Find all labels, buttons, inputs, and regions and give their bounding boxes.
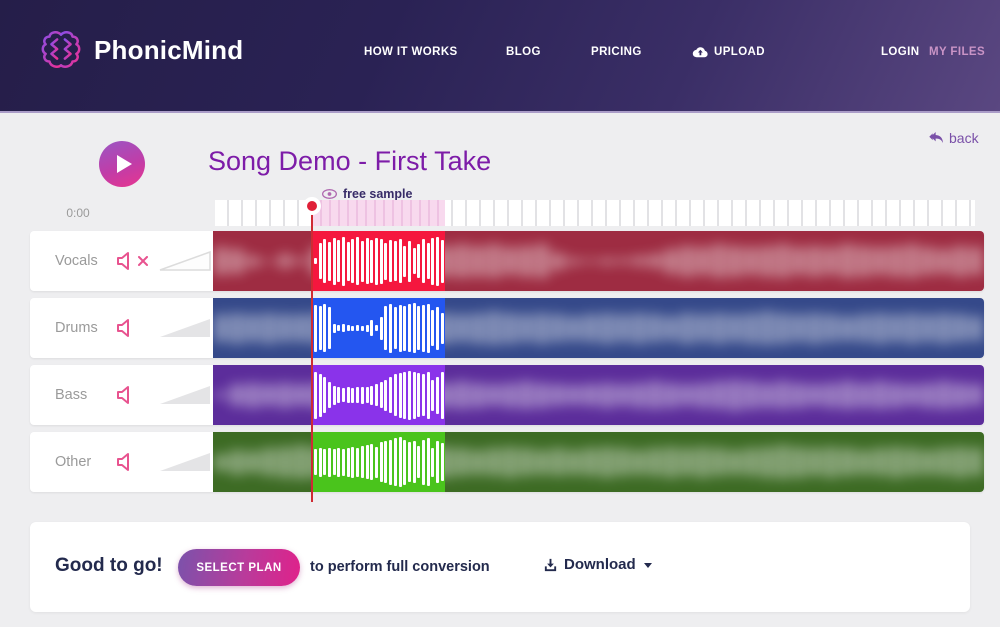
playhead-handle[interactable] bbox=[303, 197, 321, 215]
waveform[interactable] bbox=[213, 231, 984, 291]
track-row: Bass bbox=[30, 365, 984, 425]
download-dropdown[interactable]: Download bbox=[543, 556, 652, 573]
speaker-mute-toggle[interactable] bbox=[111, 248, 153, 274]
song-title: Song Demo - First Take bbox=[208, 146, 492, 176]
volume-slider[interactable] bbox=[159, 384, 211, 406]
top-navbar: PhonicMind HOW IT WORKS BLOG PRICING UPL… bbox=[0, 0, 1000, 113]
nav-upload[interactable]: UPLOAD bbox=[692, 46, 765, 58]
speaker-mute-toggle[interactable] bbox=[111, 449, 153, 475]
track-name: Bass bbox=[55, 387, 88, 403]
track-name: Drums bbox=[55, 320, 98, 336]
nav-my-files[interactable]: MY FILES bbox=[929, 46, 985, 58]
brand-name: PhonicMind bbox=[94, 34, 244, 65]
track-row: Vocals bbox=[30, 231, 984, 291]
track-row: Other bbox=[30, 432, 984, 492]
action-bar: Good to go! SELECT PLAN to perform full … bbox=[30, 522, 970, 612]
nav-blog[interactable]: BLOG bbox=[506, 46, 541, 58]
mute-x-icon bbox=[138, 256, 148, 266]
timeline-sample-region bbox=[313, 200, 445, 226]
brain-icon bbox=[38, 27, 84, 73]
waveform[interactable] bbox=[213, 365, 984, 425]
volume-slider[interactable] bbox=[159, 451, 211, 473]
speaker-icon bbox=[111, 382, 137, 408]
free-sample-label: free sample bbox=[343, 187, 413, 201]
timeline-ruler[interactable] bbox=[215, 200, 975, 226]
track-name: Vocals bbox=[55, 253, 98, 269]
current-time: 0:00 bbox=[66, 206, 90, 220]
brand-logo[interactable]: PhonicMind bbox=[38, 27, 243, 73]
caret-down-icon bbox=[643, 563, 652, 568]
conversion-note: to perform full conversion bbox=[310, 559, 490, 575]
track-controls: Drums bbox=[30, 298, 213, 358]
page: PhonicMind HOW IT WORKS BLOG PRICING UPL… bbox=[0, 0, 1000, 627]
reply-arrow-icon bbox=[928, 131, 945, 145]
track-row: Drums bbox=[30, 298, 984, 358]
nav-login[interactable]: LOGIN bbox=[881, 46, 919, 58]
free-sample-tag: free sample bbox=[322, 187, 412, 201]
download-label: Download bbox=[564, 556, 636, 573]
volume-slider[interactable] bbox=[159, 317, 211, 339]
play-icon bbox=[116, 155, 132, 173]
track-controls: Bass bbox=[30, 365, 213, 425]
track-controls: Vocals bbox=[30, 231, 213, 291]
waveform-sample-region bbox=[313, 298, 445, 358]
status-text: Good to go! bbox=[55, 555, 163, 576]
back-link[interactable]: back bbox=[928, 130, 979, 146]
download-icon bbox=[543, 557, 558, 572]
nav-pricing[interactable]: PRICING bbox=[591, 46, 642, 58]
speaker-icon bbox=[111, 248, 137, 274]
volume-slider[interactable] bbox=[159, 250, 211, 272]
back-label: back bbox=[949, 130, 979, 146]
track-controls: Other bbox=[30, 432, 213, 492]
speaker-mute-toggle[interactable] bbox=[111, 382, 153, 408]
waveform-sample-region bbox=[313, 432, 445, 492]
speaker-mute-toggle[interactable] bbox=[111, 315, 153, 341]
playhead-line bbox=[311, 204, 313, 502]
waveform-sample-region bbox=[313, 365, 445, 425]
eye-icon bbox=[322, 189, 337, 199]
track-list: Vocals Drums Bass Other bbox=[30, 231, 984, 499]
cloud-upload-icon bbox=[692, 46, 708, 58]
nav-upload-label: UPLOAD bbox=[714, 46, 765, 58]
speaker-icon bbox=[111, 449, 137, 475]
nav-how-it-works[interactable]: HOW IT WORKS bbox=[364, 46, 458, 58]
speaker-icon bbox=[111, 315, 137, 341]
waveform-sample-region bbox=[313, 231, 445, 291]
track-name: Other bbox=[55, 454, 92, 470]
select-plan-button[interactable]: SELECT PLAN bbox=[178, 549, 300, 586]
waveform[interactable] bbox=[213, 432, 984, 492]
waveform[interactable] bbox=[213, 298, 984, 358]
play-button[interactable] bbox=[99, 141, 145, 187]
